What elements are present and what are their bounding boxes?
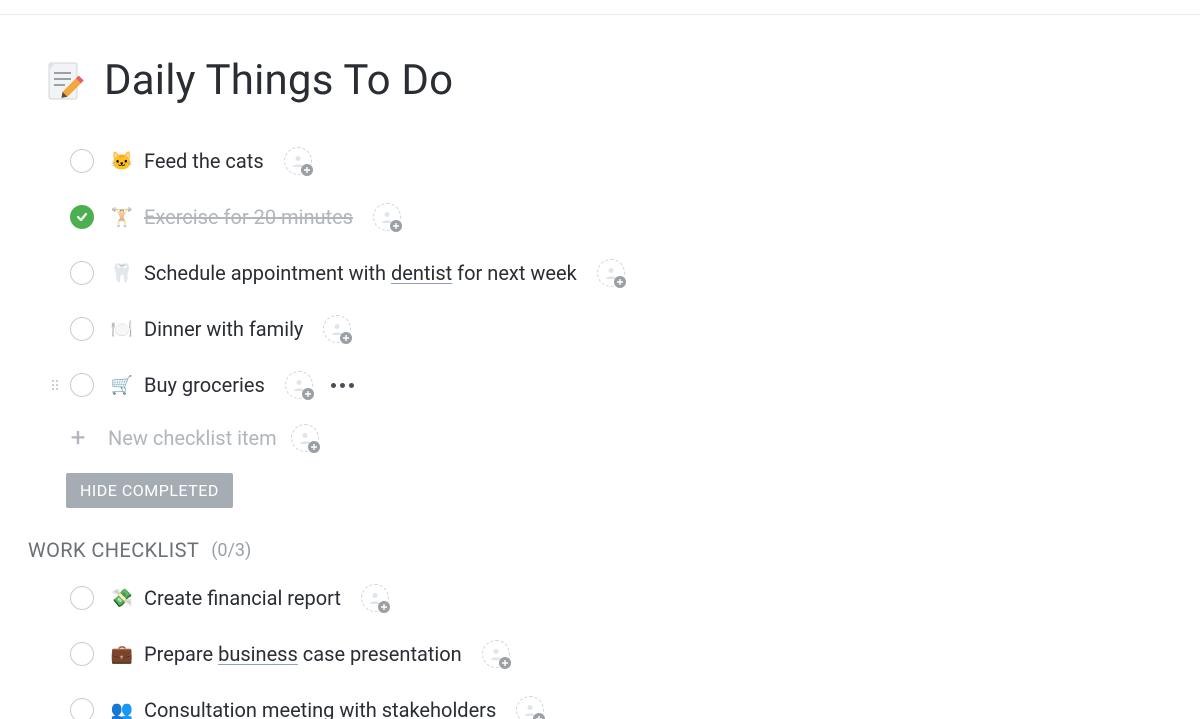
plus-icon: + (66, 423, 90, 453)
briefcase-icon: 💼 (110, 644, 134, 665)
item-label[interactable]: Feed the cats (144, 149, 264, 173)
item-label[interactable]: Prepare business case presentation (144, 642, 462, 666)
assign-button[interactable] (285, 371, 313, 399)
new-item-row[interactable]: + New checklist item (52, 413, 1200, 463)
plate-icon: 🍽️ (110, 319, 134, 340)
list-item: 💼 Prepare business case presentation (52, 626, 1200, 682)
assign-button[interactable] (597, 259, 625, 287)
cat-icon: 🐱 (110, 151, 134, 172)
weightlift-icon: 🏋️ (110, 207, 134, 228)
checkbox[interactable] (70, 261, 94, 285)
item-label[interactable]: Exercise for 20 minutes (144, 205, 353, 229)
section-count: (0/3) (211, 540, 251, 561)
item-label[interactable]: Create financial report (144, 586, 341, 610)
assign-button[interactable] (516, 696, 544, 719)
people-icon: 👥 (110, 700, 134, 719)
assign-button[interactable] (361, 584, 389, 612)
page-icon (40, 58, 86, 104)
hide-completed-button[interactable]: HIDE COMPLETED (66, 473, 233, 508)
assign-button[interactable] (482, 640, 510, 668)
money-icon: 💸 (110, 588, 134, 609)
list-item: 💸 Create financial report (52, 570, 1200, 626)
page-title: Daily Things To Do (104, 56, 453, 105)
checkbox[interactable] (70, 205, 94, 229)
more-options-button[interactable] (331, 383, 354, 388)
item-label[interactable]: Schedule appointment with dentist for ne… (144, 261, 577, 285)
daily-checklist: 🐱 Feed the cats 🏋️ Exercise for 20 minut… (40, 133, 1200, 508)
tooth-icon: 🦷 (110, 263, 134, 284)
assign-button[interactable] (291, 424, 319, 452)
list-item: 🛒 Buy groceries (52, 357, 1200, 413)
checkbox[interactable] (70, 317, 94, 341)
checkbox[interactable] (70, 642, 94, 666)
checkbox[interactable] (70, 149, 94, 173)
list-item: 🦷 Schedule appointment with dentist for … (52, 245, 1200, 301)
cart-icon: 🛒 (110, 375, 134, 396)
assign-button[interactable] (373, 203, 401, 231)
list-item: 👥 Consultation meeting with stakeholders (52, 682, 1200, 719)
top-divider (0, 14, 1200, 15)
checkbox[interactable] (70, 373, 94, 397)
drag-handle-icon[interactable] (52, 380, 64, 390)
checkbox[interactable] (70, 586, 94, 610)
list-item: 🍽️ Dinner with family (52, 301, 1200, 357)
section-title[interactable]: WORK CHECKLIST (28, 538, 199, 562)
new-item-placeholder: New checklist item (108, 426, 277, 450)
list-item: 🐱 Feed the cats (52, 133, 1200, 189)
item-label[interactable]: Dinner with family (144, 317, 303, 341)
page-header: Daily Things To Do (40, 56, 1200, 105)
section-header: WORK CHECKLIST (0/3) (28, 538, 1200, 562)
work-checklist: 💸 Create financial report 💼 Prepare busi… (40, 570, 1200, 719)
item-label[interactable]: Consultation meeting with stakeholders (144, 698, 496, 719)
assign-button[interactable] (323, 315, 351, 343)
list-item: 🏋️ Exercise for 20 minutes (52, 189, 1200, 245)
item-label[interactable]: Buy groceries (144, 373, 265, 397)
assign-button[interactable] (284, 147, 312, 175)
checkbox[interactable] (70, 698, 94, 719)
